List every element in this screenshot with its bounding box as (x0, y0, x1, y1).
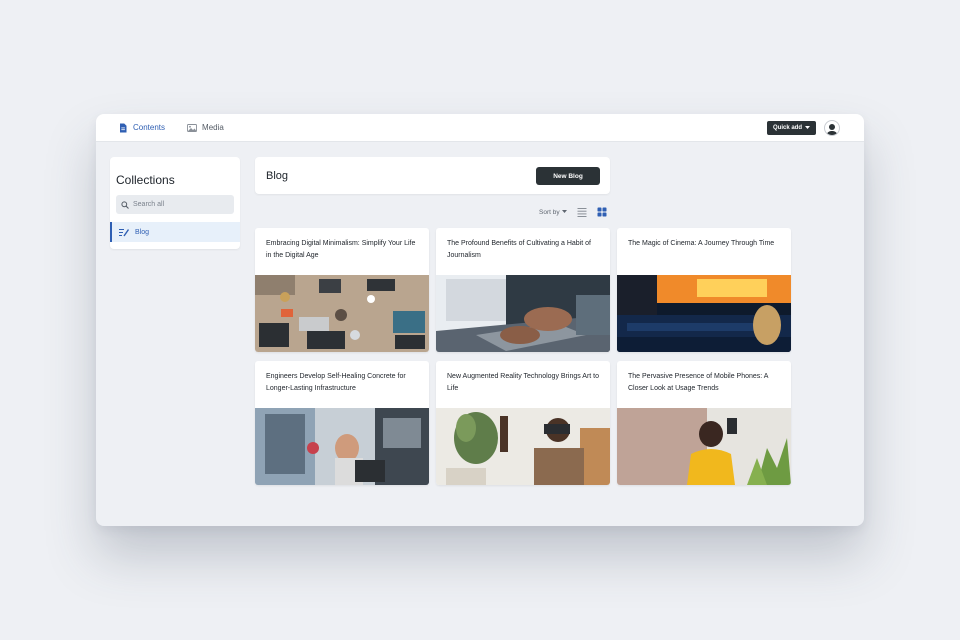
blog-card[interactable]: Engineers Develop Self-Healing Concrete … (255, 361, 429, 485)
quick-add-button[interactable]: Quick add (766, 120, 816, 135)
card-image-vr-headset (436, 408, 610, 485)
card-image-workspace (255, 275, 429, 352)
blog-icon (119, 228, 129, 236)
tab-media[interactable]: Media (187, 123, 224, 133)
grid-view-icon[interactable] (597, 207, 607, 217)
card-title: The Pervasive Presence of Mobile Phones:… (628, 373, 769, 392)
search-input[interactable]: Search all (116, 195, 234, 214)
card-title: Embracing Digital Minimalism: Simplify Y… (266, 240, 416, 259)
card-title: The Magic of Cinema: A Journey Through T… (628, 240, 775, 247)
document-icon (120, 123, 127, 132)
card-title: Engineers Develop Self-Healing Concrete … (266, 373, 406, 392)
tab-media-label: Media (202, 123, 224, 132)
sort-by-dropdown[interactable]: Sort by (539, 209, 567, 216)
new-blog-button[interactable]: New Blog (536, 167, 600, 185)
sidebar-item-label: Blog (135, 228, 150, 236)
blog-card[interactable]: The Profound Benefits of Cultivating a H… (436, 228, 610, 352)
tab-contents[interactable]: Contents (118, 123, 165, 133)
app-window: Contents Media Quick add Collections Sea… (96, 114, 864, 526)
collections-sidebar: Collections Search all Blog (110, 157, 240, 249)
caret-down-icon (805, 125, 810, 129)
search-icon (121, 200, 129, 209)
tab-contents-label: Contents (133, 123, 166, 132)
search-placeholder: Search all (133, 201, 165, 208)
card-image-lab-engineer (255, 408, 429, 485)
card-image-cinema (617, 275, 791, 352)
quick-add-label: Quick add (772, 124, 802, 131)
card-image-mobile-phone (617, 408, 791, 485)
collection-header: Blog New Blog (255, 157, 610, 194)
list-view-icon[interactable] (577, 207, 587, 217)
page-title: Blog (266, 170, 289, 182)
blog-card[interactable]: New Augmented Reality Technology Brings … (436, 361, 610, 485)
blog-card[interactable]: The Magic of Cinema: A Journey Through T… (617, 228, 791, 352)
user-icon (826, 123, 838, 135)
card-title: New Augmented Reality Technology Brings … (447, 373, 600, 392)
sort-by-label: Sort by (539, 208, 560, 216)
image-icon (187, 123, 197, 132)
card-title: The Profound Benefits of Cultivating a H… (447, 240, 591, 259)
card-image-laptop-typing (436, 275, 610, 352)
sidebar-title: Collections (116, 173, 175, 187)
user-avatar[interactable] (824, 119, 840, 136)
sidebar-item-blog[interactable]: Blog (110, 222, 240, 242)
top-navigation-bar: Contents Media Quick add (96, 114, 864, 142)
blog-card[interactable]: The Pervasive Presence of Mobile Phones:… (617, 361, 791, 485)
view-toolbar: Sort by (539, 207, 607, 217)
blog-card[interactable]: Embracing Digital Minimalism: Simplify Y… (255, 228, 429, 352)
caret-down-icon (561, 210, 567, 213)
